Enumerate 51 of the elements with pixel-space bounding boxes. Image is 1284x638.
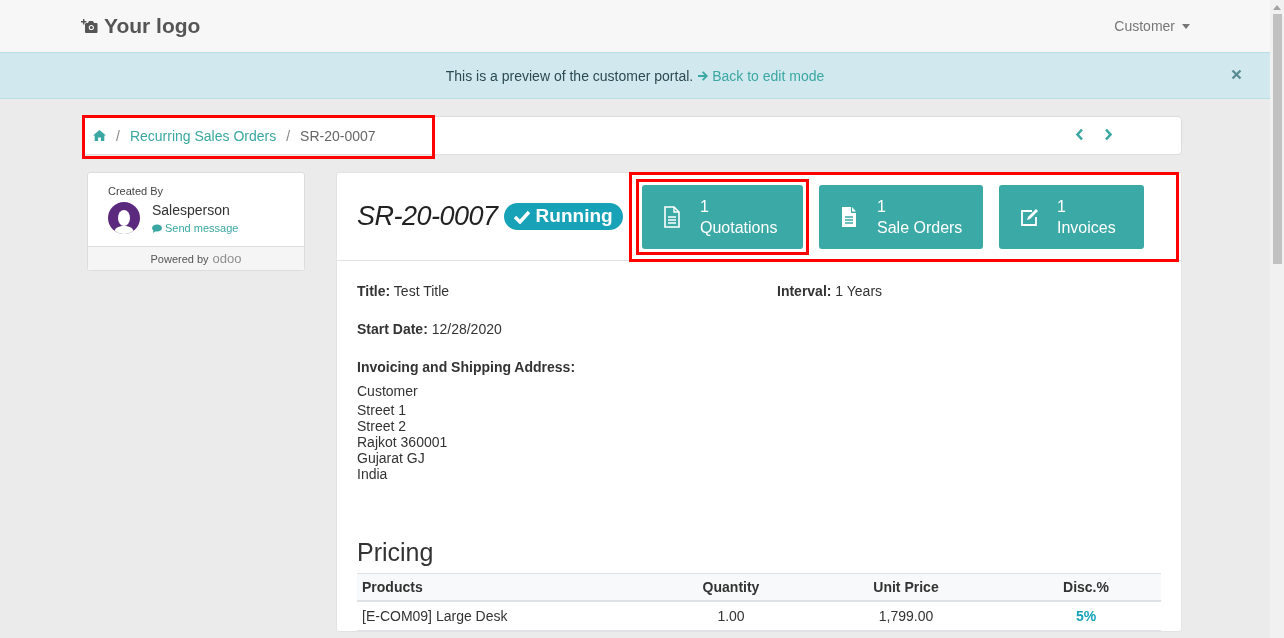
stat-button[interactable]: 1 Sale Orders (819, 184, 983, 249)
field-text: Start Date: 12/28/2020 (357, 321, 503, 337)
arrow-right-icon (697, 69, 710, 82)
address-line: Street 1 (357, 402, 408, 418)
column-header: Disc.% (1011, 573, 1161, 601)
column-header: Unit Price (801, 573, 1011, 601)
table-cell: 1.00 (661, 601, 801, 631)
home-icon[interactable] (93, 129, 106, 141)
field-text: Title: Test Title (357, 283, 451, 299)
banner-text: This is a preview of the customer portal. (445, 67, 694, 84)
camera-icon (80, 18, 98, 34)
speech-bubble-icon (152, 223, 162, 233)
send-message-link[interactable]: Send message (152, 222, 239, 234)
scroll-thumb[interactable] (1272, 14, 1282, 264)
address-heading: Invoicing and Shipping Address: (357, 359, 577, 375)
field-text: Interval: 1 Years (777, 283, 884, 299)
table-cell: 1,799.00 (801, 601, 1011, 631)
salesperson-name: Salesperson (152, 202, 231, 218)
address-line: Rajkot 360001 (357, 434, 449, 450)
chevron-right-icon[interactable] (1104, 127, 1113, 141)
check-icon (512, 208, 531, 224)
table-cell: 5% (1011, 601, 1161, 631)
powered-by-text: Powered by (150, 252, 209, 265)
breadcrumb-separator: / (116, 127, 120, 144)
chevron-left-icon[interactable] (1075, 127, 1084, 141)
close-icon (1231, 69, 1242, 80)
caret-icon (1182, 23, 1190, 29)
breadcrumb-current: SR-20-0007 (300, 127, 376, 144)
breadcrumb-link[interactable]: Recurring Sales Orders (129, 127, 277, 144)
stat-button[interactable]: 1 Quotations (642, 184, 803, 249)
person-silhouette-icon (114, 208, 134, 234)
pricing-heading: Pricing (357, 538, 435, 567)
brand-logo: odoo (212, 251, 242, 266)
stat-button[interactable]: 1 Invoices (999, 184, 1144, 249)
column-header: Quantity (661, 573, 801, 601)
created-by-label: Created By (108, 185, 165, 197)
record-title: SR-20-0007 (357, 201, 498, 232)
address-name: Customer (357, 383, 419, 399)
breadcrumb-separator: / (286, 127, 291, 144)
column-header: Products (357, 573, 661, 601)
table-cell: [E-COM09] Large Desk (357, 601, 661, 631)
document-outline-icon (662, 205, 682, 228)
scrollbar[interactable] (1270, 0, 1284, 638)
address-line: India (357, 466, 389, 482)
address-line: Street 2 (357, 418, 408, 434)
user-menu[interactable]: Customer (1114, 18, 1190, 34)
logo-text: Your logo (104, 14, 201, 38)
back-to-edit-link[interactable]: Back to edit mode (697, 67, 825, 84)
address-line: Gujarat GJ (357, 450, 426, 466)
status-badge: Running (503, 203, 623, 230)
document-icon (839, 205, 859, 228)
